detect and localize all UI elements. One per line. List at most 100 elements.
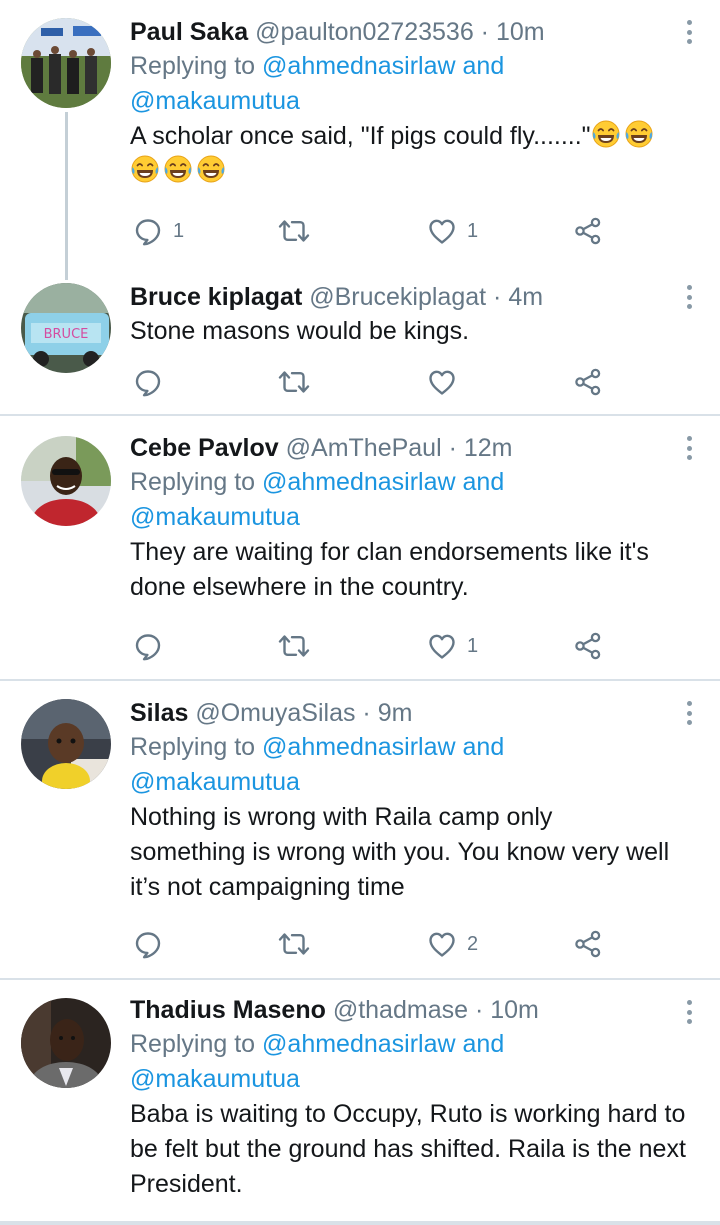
reply-button[interactable] xyxy=(133,629,163,663)
retweet-button[interactable] xyxy=(277,365,311,399)
separator-dot: · xyxy=(355,699,378,727)
like-button[interactable] xyxy=(427,365,457,399)
share-button[interactable] xyxy=(573,214,603,248)
display-name[interactable]: Paul Saka xyxy=(130,18,248,46)
display-name[interactable]: Thadius Maseno xyxy=(130,996,326,1024)
display-name[interactable]: Silas xyxy=(130,699,188,727)
more-options-icon[interactable] xyxy=(686,285,692,309)
replying-to: Replying to @ahmednasirlaw and @makaumut… xyxy=(130,49,720,119)
like-count: 2 xyxy=(467,932,479,955)
like-icon xyxy=(427,929,457,959)
more-options-icon[interactable] xyxy=(686,436,692,460)
user-handle[interactable]: @AmThePaul xyxy=(286,434,442,462)
mention-link[interactable]: @ahmednasirlaw xyxy=(262,733,456,761)
reply-button[interactable]: 1 xyxy=(133,214,184,248)
avatar[interactable] xyxy=(21,699,111,789)
like-icon xyxy=(427,216,457,246)
reply-button[interactable] xyxy=(133,365,163,399)
share-icon xyxy=(573,929,603,959)
timestamp[interactable]: 10m xyxy=(496,18,545,46)
like-button[interactable]: 2 xyxy=(427,927,478,961)
tweet-text: Stone masons would be kings. xyxy=(130,317,470,345)
mention-link[interactable]: @makaumutua xyxy=(130,768,300,796)
user-handle[interactable]: @paulton02723536 xyxy=(255,18,474,46)
like-count: 1 xyxy=(467,634,479,657)
laughing-emoji-icon xyxy=(624,119,654,149)
avatar[interactable] xyxy=(21,18,111,108)
more-options-icon[interactable] xyxy=(686,1000,692,1024)
replying-to-label: Replying to xyxy=(130,468,263,496)
like-icon xyxy=(427,367,457,397)
mention-link[interactable]: @ahmednasirlaw xyxy=(262,468,456,496)
reply-icon xyxy=(133,631,163,661)
share-button[interactable] xyxy=(573,365,603,399)
mention-link[interactable]: @makaumutua xyxy=(130,503,300,531)
reply-icon xyxy=(133,216,163,246)
more-options-icon[interactable] xyxy=(686,701,692,725)
action-bar: 1 1 xyxy=(130,214,610,248)
tweet-text: Nothing is wrong with Raila camp only so… xyxy=(130,803,670,901)
tweet-text: Baba is waiting to Occupy, Ruto is worki… xyxy=(130,1100,686,1198)
user-handle[interactable]: @thadmase xyxy=(333,996,468,1024)
mention-and[interactable]: and xyxy=(456,1030,505,1058)
separator-dot: · xyxy=(468,996,491,1024)
reply-icon xyxy=(133,367,163,397)
tweet-text: A scholar once said, "If pigs could fly.… xyxy=(130,119,720,189)
separator-dot: · xyxy=(441,434,464,462)
mention-link[interactable]: @ahmednasirlaw xyxy=(262,52,456,80)
timestamp[interactable]: 4m xyxy=(508,283,543,311)
tweet[interactable]: BRUCE Bruce kiplagat @Brucekiplagat · 4m… xyxy=(0,265,720,414)
user-handle[interactable]: @OmuyaSilas xyxy=(195,699,355,727)
retweet-button[interactable] xyxy=(277,629,311,663)
retweet-button[interactable] xyxy=(277,927,311,961)
retweet-button[interactable] xyxy=(277,214,311,248)
reply-icon xyxy=(133,929,163,959)
share-button[interactable] xyxy=(573,629,603,663)
mention-and[interactable]: and xyxy=(456,52,505,80)
share-icon xyxy=(573,631,603,661)
like-button[interactable]: 1 xyxy=(427,214,478,248)
separator-dot: · xyxy=(486,283,509,311)
replying-to: Replying to @ahmednasirlaw and @makaumut… xyxy=(130,465,720,535)
share-icon xyxy=(573,216,603,246)
more-options-icon[interactable] xyxy=(686,20,692,44)
like-button[interactable]: 1 xyxy=(427,629,478,663)
avatar[interactable]: BRUCE xyxy=(21,283,111,373)
tweet[interactable]: Paul Saka @paulton02723536 · 10m Replyin… xyxy=(0,0,720,280)
mention-and[interactable]: and xyxy=(456,733,505,761)
avatar[interactable] xyxy=(21,436,111,526)
display-name[interactable]: Cebe Pavlov xyxy=(130,434,279,462)
divider xyxy=(0,1221,720,1225)
display-name[interactable]: Bruce kiplagat xyxy=(130,283,302,311)
mention-link[interactable]: @ahmednasirlaw xyxy=(262,1030,456,1058)
retweet-icon xyxy=(277,367,311,397)
mention-link[interactable]: @makaumutua xyxy=(130,1065,300,1093)
user-handle[interactable]: @Brucekiplagat xyxy=(309,283,486,311)
like-icon xyxy=(427,631,457,661)
tweet-text: They are waiting for clan endorsements l… xyxy=(130,538,649,601)
reply-count: 1 xyxy=(173,219,185,242)
svg-text:BRUCE: BRUCE xyxy=(44,327,89,342)
reply-button[interactable] xyxy=(133,927,163,961)
tweet[interactable]: Silas @OmuyaSilas · 9m Replying to @ahme… xyxy=(0,681,720,978)
timestamp[interactable]: 10m xyxy=(490,996,539,1024)
share-button[interactable] xyxy=(573,927,603,961)
retweet-icon xyxy=(277,216,311,246)
tweet[interactable]: Cebe Pavlov @AmThePaul · 12m Replying to… xyxy=(0,416,720,679)
tweet-header: Paul Saka @paulton02723536 · 10m xyxy=(130,15,720,49)
tweet-header: Cebe Pavlov @AmThePaul · 12m xyxy=(130,431,720,465)
tweet-header: Bruce kiplagat @Brucekiplagat · 4m xyxy=(130,280,720,314)
timestamp[interactable]: 12m xyxy=(464,434,513,462)
timestamp[interactable]: 9m xyxy=(378,699,413,727)
mention-link[interactable]: @makaumutua xyxy=(130,87,300,115)
laughing-emoji-icon xyxy=(591,119,621,149)
mention-and[interactable]: and xyxy=(456,468,505,496)
like-count: 1 xyxy=(467,219,479,242)
replying-to-label: Replying to xyxy=(130,733,263,761)
tweet[interactable]: Thadius Maseno @thadmase · 10m Replying … xyxy=(0,980,720,1225)
retweet-icon xyxy=(277,929,311,959)
replying-to-label: Replying to xyxy=(130,1030,263,1058)
laughing-emoji-icon xyxy=(130,154,160,184)
action-bar xyxy=(130,365,610,399)
avatar[interactable] xyxy=(21,998,111,1088)
